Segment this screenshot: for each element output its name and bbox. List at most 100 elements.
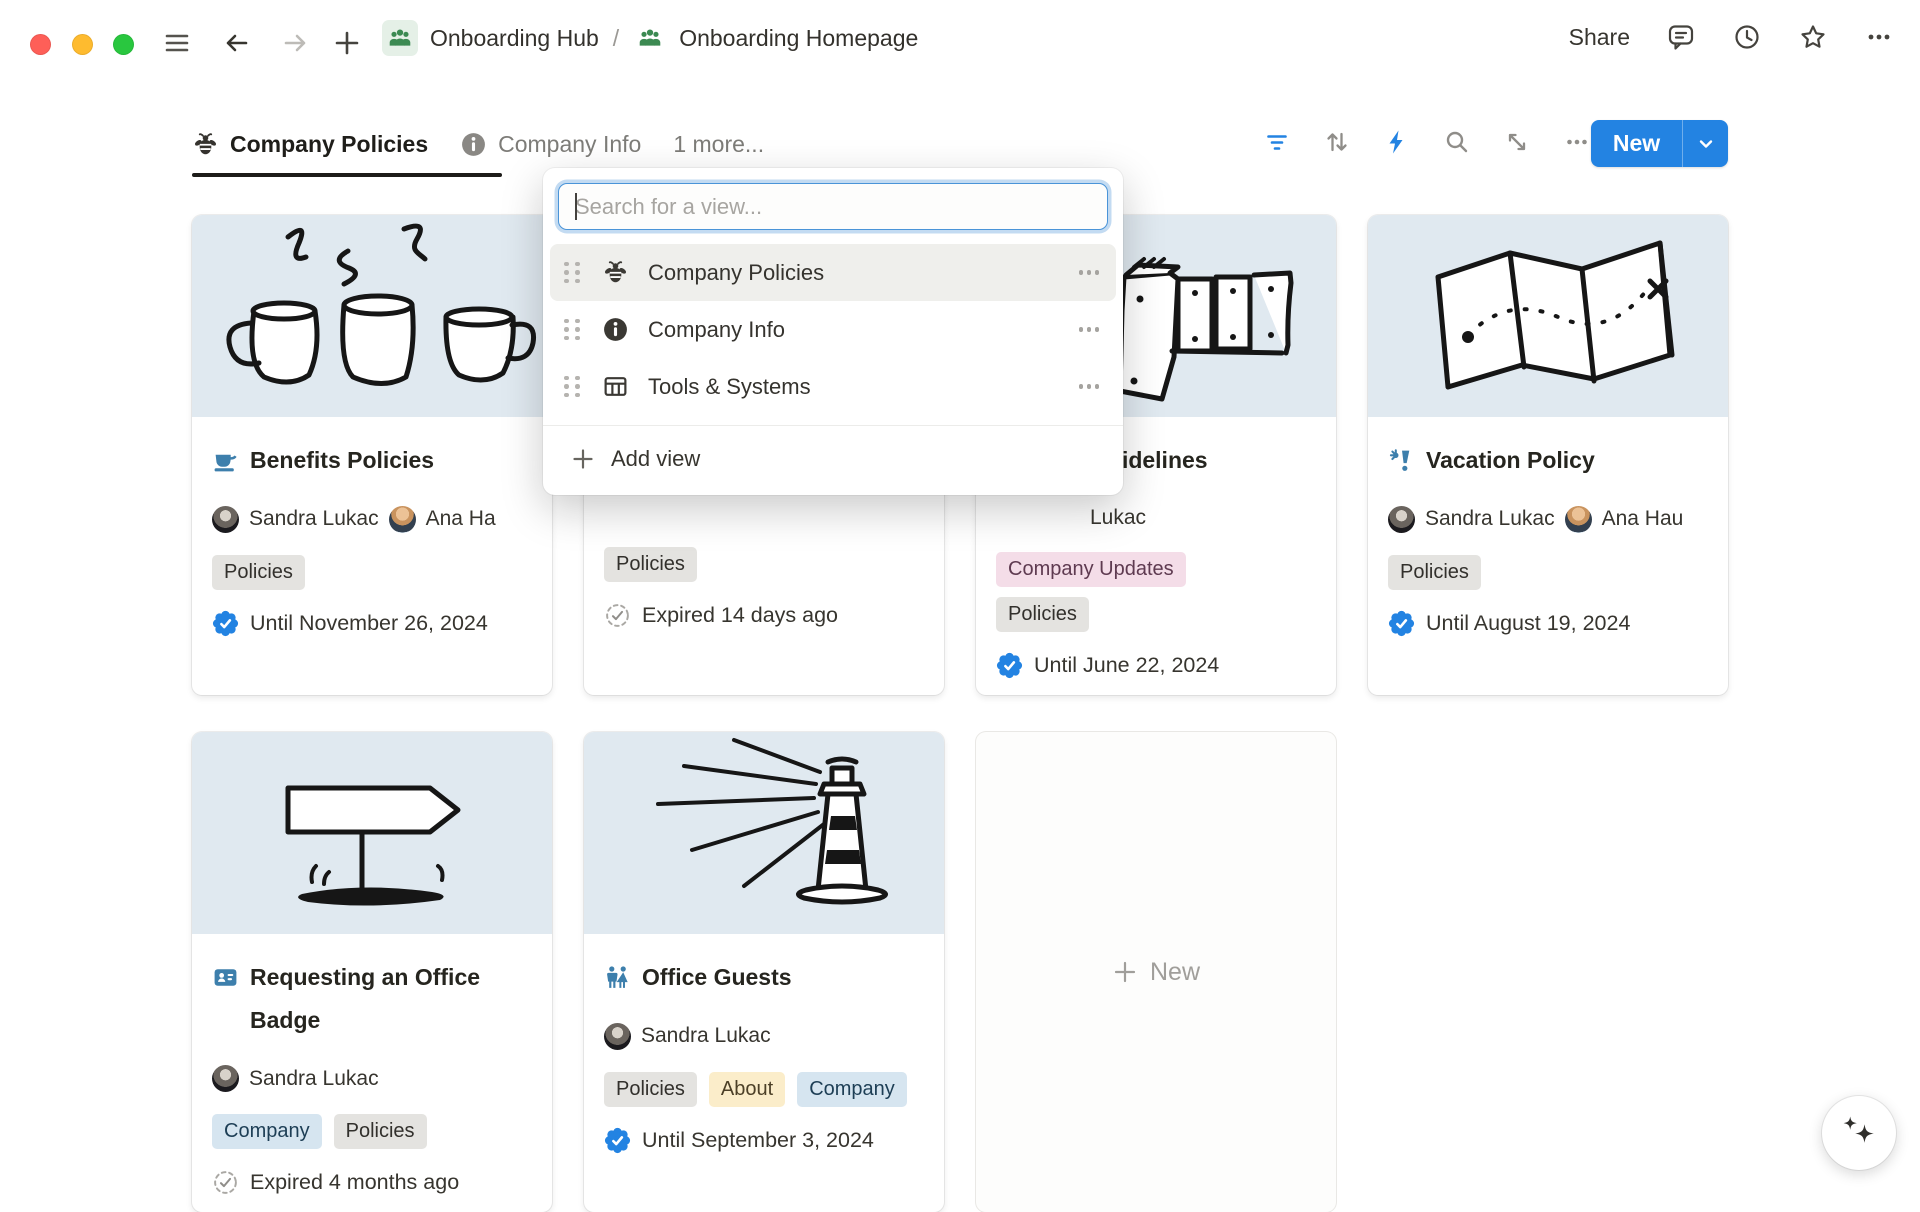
gallery-card-vacation-policy[interactable]: Vacation Policy Sandra Lukac Ana Hau Pol… (1368, 215, 1728, 695)
sidebar-menu-icon[interactable] (162, 28, 192, 58)
lighthouse-illustration (584, 732, 944, 934)
owner-row: Sandra Lukac Ana Ha (212, 506, 548, 533)
sparkles-icon (1837, 1111, 1881, 1155)
tab-company-info[interactable]: Company Info (460, 131, 641, 158)
drag-handle-icon[interactable] (564, 262, 580, 284)
status-row: Until September 3, 2024 (604, 1127, 924, 1154)
view-options-menu-icon[interactable] (1079, 384, 1100, 389)
card-cover (584, 732, 944, 934)
bee-icon (598, 259, 632, 286)
expired-check-icon (212, 1169, 239, 1196)
signpost-illustration (192, 732, 552, 934)
divider (543, 425, 1123, 426)
sort-icon[interactable] (1323, 128, 1351, 156)
id-badge-icon (212, 964, 239, 991)
people-pair-icon (604, 964, 631, 991)
view-more-icon[interactable] (1563, 128, 1591, 156)
add-view-button[interactable]: Add view (550, 433, 1116, 485)
gallery-card-office-badge[interactable]: Requesting an Office Badge Sandra Lukac … (192, 732, 552, 1212)
forward-arrow-icon[interactable] (280, 28, 310, 58)
plus-icon (1112, 959, 1138, 985)
verified-badge-icon (604, 1127, 631, 1154)
coffee-cup-icon (212, 447, 239, 474)
status-row: Expired 4 months ago (212, 1169, 532, 1196)
drag-handle-icon[interactable] (564, 376, 580, 398)
breadcrumb-item[interactable]: Onboarding Hub (430, 25, 599, 52)
view-options-menu-icon[interactable] (1079, 327, 1100, 332)
view-option-company-policies[interactable]: Company Policies (550, 244, 1116, 301)
tag: Policies (604, 547, 697, 582)
comments-icon[interactable] (1666, 22, 1696, 52)
card-cover (192, 215, 552, 417)
sun-alert-icon (1388, 447, 1415, 474)
plus-icon (570, 446, 596, 472)
tag: About (709, 1072, 785, 1107)
owner-row: Sandra Lukac (604, 1023, 940, 1050)
ai-assistant-button[interactable] (1822, 1096, 1896, 1170)
search-icon[interactable] (1443, 128, 1471, 156)
verified-badge-icon (1388, 610, 1415, 637)
gallery-card-office-guests[interactable]: Office Guests Sandra Lukac Policies Abou… (584, 732, 944, 1212)
breadcrumb-separator: / (613, 25, 619, 52)
more-views-button[interactable]: 1 more... (673, 131, 764, 158)
status-row: Until November 26, 2024 (212, 610, 532, 637)
people-group-icon (633, 21, 667, 55)
filter-icon[interactable] (1263, 128, 1291, 156)
new-button[interactable]: New (1591, 120, 1728, 167)
owner-row: Sandra Lukac Ana Hau (1388, 506, 1724, 533)
tag: Company Updates (996, 552, 1186, 587)
automation-bolt-icon[interactable] (1383, 128, 1411, 156)
avatar (389, 506, 416, 533)
zoom-button[interactable] (113, 34, 134, 55)
chevron-down-icon[interactable] (1683, 120, 1728, 167)
back-arrow-icon[interactable] (222, 28, 252, 58)
view-option-company-info[interactable]: Company Info (550, 301, 1116, 358)
view-option-tools-systems[interactable]: Tools & Systems (550, 358, 1116, 415)
verified-badge-icon (212, 610, 239, 637)
coffee-mugs-illustration (192, 215, 552, 417)
status-row: Expired 14 days ago (604, 602, 924, 629)
close-button[interactable] (30, 34, 51, 55)
tag: Policies (212, 555, 305, 590)
tag: Company (212, 1114, 322, 1149)
drag-handle-icon[interactable] (564, 319, 580, 341)
avatar (212, 1065, 239, 1092)
gallery-card-benefits-policies[interactable]: Benefits Policies Sandra Lukac Ana Ha Po… (192, 215, 552, 695)
history-clock-icon[interactable] (1732, 22, 1762, 52)
breadcrumb: Onboarding Hub / Onboarding Homepage (382, 18, 918, 58)
status-row: Until June 22, 2024 (996, 652, 1316, 679)
card-title: Requesting an Office Badge (212, 956, 532, 1041)
bee-icon (192, 131, 219, 158)
folded-map-illustration (1368, 215, 1728, 417)
verified-badge-icon (996, 652, 1023, 679)
avatar (1388, 506, 1415, 533)
tag: Policies (1388, 555, 1481, 590)
owner-row: Sandra Lukac (212, 1065, 548, 1092)
avatar (1565, 506, 1592, 533)
expand-view-icon[interactable] (1503, 128, 1531, 156)
people-group-icon (382, 20, 418, 56)
tag: Company (797, 1072, 907, 1107)
status-row: Until August 19, 2024 (1388, 610, 1708, 637)
favorite-star-icon[interactable] (1798, 22, 1828, 52)
new-tab-plus-icon[interactable] (332, 28, 362, 58)
view-search-input[interactable] (558, 183, 1108, 230)
window-topbar: Onboarding Hub / Onboarding Homepage Sha… (0, 0, 1920, 72)
more-options-icon[interactable] (1864, 22, 1894, 52)
breadcrumb-item-current[interactable]: Onboarding Homepage (679, 25, 918, 52)
view-options-menu-icon[interactable] (1079, 270, 1100, 275)
card-title: Office Guests (604, 956, 924, 999)
card-title: Vacation Policy (1388, 439, 1708, 482)
card-title: Benefits Policies (212, 439, 532, 482)
view-search-dropdown: Company Policies Company Info Tools & Sy… (543, 168, 1123, 495)
minimize-button[interactable] (72, 34, 93, 55)
share-button[interactable]: Share (1569, 24, 1630, 51)
new-card-placeholder[interactable]: New (976, 732, 1336, 1212)
owner-row: Lukac (996, 506, 1332, 530)
tab-company-policies[interactable]: Company Policies (192, 131, 428, 158)
table-icon (598, 373, 632, 400)
avatar (604, 1023, 631, 1050)
tag: Policies (334, 1114, 427, 1149)
text-caret (575, 193, 577, 220)
expired-check-icon (604, 602, 631, 629)
